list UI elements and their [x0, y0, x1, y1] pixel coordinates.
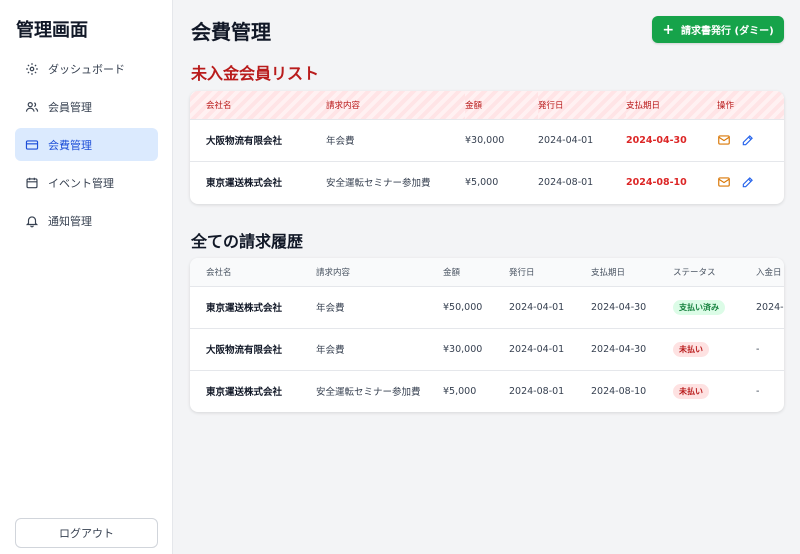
status-cell: 未払い [673, 327, 756, 370]
column-header: 支払期日 [591, 258, 673, 286]
status-badge: 未払い [673, 383, 709, 399]
sidebar-nav: ダッシュボード 会員管理 会費管理 イベント管理 通知管理 [15, 52, 158, 242]
due-date-cell: 2024-04-30 [626, 118, 717, 161]
history-table-card: 会社名 請求内容 金額 発行日 支払期日 ステータス 入金日 東京運送株式会社 … [190, 258, 784, 412]
edit-icon[interactable] [741, 175, 755, 189]
due-date-cell: 2024-04-30 [591, 327, 673, 370]
unpaid-table-card: 会社名 請求内容 金額 発行日 支払期日 操作 大阪物流有限会社 年会費 ¥30… [190, 91, 784, 204]
logout-button[interactable]: ログアウト [15, 518, 158, 548]
sidebar-item-label: 会員管理 [48, 100, 92, 114]
content-cell: 年会費 [326, 118, 465, 161]
history-section-title: 全ての請求履歴 [191, 232, 304, 251]
status-badge: 未払い [673, 341, 709, 357]
column-header: 発行日 [509, 258, 591, 286]
issued-date-cell: 2024-04-01 [538, 118, 626, 161]
amount-cell: ¥5,000 [443, 369, 509, 412]
column-header: 金額 [443, 258, 509, 286]
mail-icon[interactable] [717, 133, 731, 147]
calendar-icon [25, 176, 39, 190]
status-badge: 支払い済み [673, 299, 725, 315]
unpaid-section-title: 未入金会員リスト [191, 64, 320, 83]
edit-icon[interactable] [741, 133, 755, 147]
column-header: 請求内容 [316, 258, 443, 286]
sidebar-item-dashboard[interactable]: ダッシュボード [15, 52, 158, 85]
due-date-cell: 2024-04-30 [591, 285, 673, 328]
bell-icon [25, 214, 39, 228]
table-row: 大阪物流有限会社 年会費 ¥30,000 2024-04-01 2024-04-… [190, 118, 784, 161]
history-table: 会社名 請求内容 金額 発行日 支払期日 ステータス 入金日 東京運送株式会社 … [190, 258, 784, 412]
issue-invoice-label: 請求書発行 (ダミー) [681, 26, 774, 37]
sidebar-item-label: ダッシュボード [48, 62, 125, 76]
column-header: 金額 [465, 91, 538, 119]
column-header: 会社名 [190, 91, 326, 119]
column-header: 請求内容 [326, 91, 465, 119]
credit-card-icon [25, 138, 39, 152]
status-cell: 支払い済み [673, 285, 756, 328]
sidebar: 管理画面 ダッシュボード 会員管理 会費管理 イベント管理 通知管理 ログアウト [0, 0, 173, 554]
table-row: 東京運送株式会社 安全運転セミナー参加費 ¥5,000 2024-08-01 2… [190, 369, 784, 412]
company-cell: 大阪物流有限会社 [190, 327, 316, 370]
status-cell: 未払い [673, 369, 756, 412]
plus-icon: + [662, 21, 675, 38]
issue-invoice-button[interactable]: + 請求書発行 (ダミー) [652, 16, 784, 43]
table-row: 東京運送株式会社 年会費 ¥50,000 2024-04-01 2024-04-… [190, 285, 784, 328]
page-title: 会費管理 [191, 20, 271, 44]
column-header: 発行日 [538, 91, 626, 119]
main-content: 会費管理 + 請求書発行 (ダミー) 未入金会員リスト 会社名 請求内容 金額 … [174, 0, 800, 554]
users-icon [25, 100, 39, 114]
issued-date-cell: 2024-04-01 [509, 327, 591, 370]
unpaid-table: 会社名 請求内容 金額 発行日 支払期日 操作 大阪物流有限会社 年会費 ¥30… [190, 91, 784, 203]
column-header: 操作 [717, 91, 784, 119]
content-cell: 安全運転セミナー参加費 [316, 369, 443, 412]
due-date-cell: 2024-08-10 [626, 160, 717, 203]
content-cell: 安全運転セミナー参加費 [326, 160, 465, 203]
content-cell: 年会費 [316, 327, 443, 370]
amount-cell: ¥30,000 [443, 327, 509, 370]
paid-date-cell: 2024-0 [756, 285, 784, 328]
amount-cell: ¥30,000 [465, 118, 538, 161]
company-cell: 東京運送株式会社 [190, 160, 326, 203]
issued-date-cell: 2024-08-01 [538, 160, 626, 203]
column-header: 会社名 [190, 258, 316, 286]
column-header: 入金日 [756, 258, 784, 286]
sidebar-item-members[interactable]: 会員管理 [15, 90, 158, 123]
table-header-row: 会社名 請求内容 金額 発行日 支払期日 操作 [190, 91, 784, 119]
company-cell: 大阪物流有限会社 [190, 118, 326, 161]
sidebar-item-events[interactable]: イベント管理 [15, 166, 158, 199]
actions-cell [717, 160, 784, 203]
table-row: 大阪物流有限会社 年会費 ¥30,000 2024-04-01 2024-04-… [190, 327, 784, 370]
column-header: 支払期日 [626, 91, 717, 119]
sidebar-item-label: 通知管理 [48, 214, 92, 228]
table-row: 東京運送株式会社 安全運転セミナー参加費 ¥5,000 2024-08-01 2… [190, 160, 784, 203]
sidebar-item-label: 会費管理 [48, 138, 92, 152]
paid-date-cell: - [756, 327, 784, 370]
amount-cell: ¥50,000 [443, 285, 509, 328]
sidebar-item-notifications[interactable]: 通知管理 [15, 204, 158, 237]
actions-cell [717, 118, 784, 161]
issued-date-cell: 2024-08-01 [509, 369, 591, 412]
gear-icon [25, 62, 39, 76]
issued-date-cell: 2024-04-01 [509, 285, 591, 328]
paid-date-cell: - [756, 369, 784, 412]
sidebar-item-fees[interactable]: 会費管理 [15, 128, 158, 161]
sidebar-title: 管理画面 [16, 20, 88, 41]
sidebar-item-label: イベント管理 [48, 176, 114, 190]
amount-cell: ¥5,000 [465, 160, 538, 203]
content-cell: 年会費 [316, 285, 443, 328]
mail-icon[interactable] [717, 175, 731, 189]
company-cell: 東京運送株式会社 [190, 369, 316, 412]
column-header: ステータス [673, 258, 756, 286]
due-date-cell: 2024-08-10 [591, 369, 673, 412]
table-header-row: 会社名 請求内容 金額 発行日 支払期日 ステータス 入金日 [190, 258, 784, 286]
company-cell: 東京運送株式会社 [190, 285, 316, 328]
